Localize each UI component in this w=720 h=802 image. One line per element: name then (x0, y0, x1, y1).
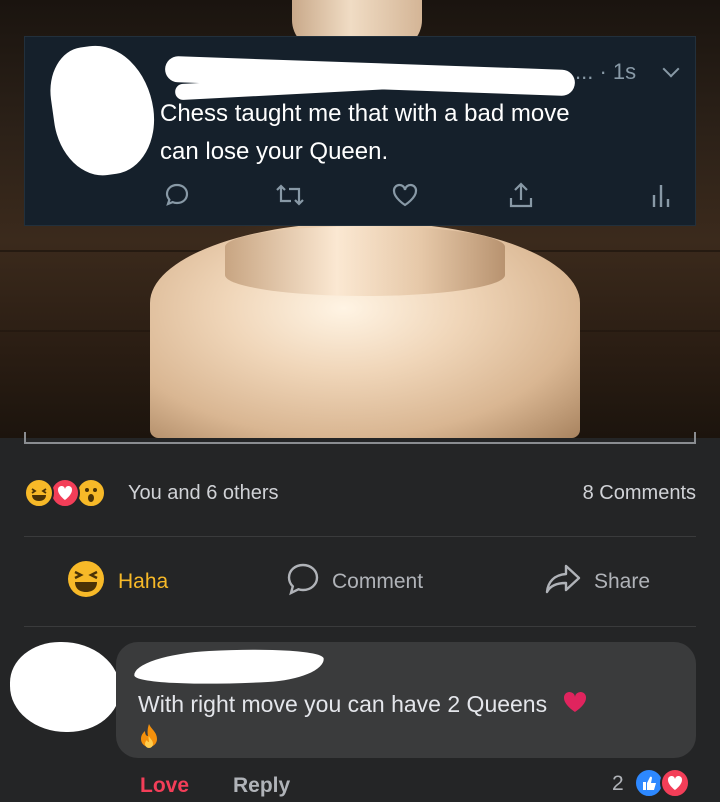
avatar-redaction (44, 38, 162, 182)
avatar[interactable] (10, 642, 120, 732)
haha-label: Haha (118, 570, 169, 593)
share-arrow-icon (544, 562, 582, 602)
post-image[interactable]: ... · 1s Chess taught me that with a bad… (0, 0, 720, 438)
comment-text: With right move you can have 2 Queens (138, 688, 678, 758)
like-heart-icon[interactable] (387, 177, 423, 213)
share-button[interactable]: Share (544, 562, 650, 602)
comment-label: Comment (332, 570, 424, 593)
commenter-name-redaction (133, 645, 325, 689)
comment-bubble[interactable]: With right move you can have 2 Queens (116, 642, 696, 758)
haha-icon (24, 478, 54, 508)
fire-emoji-icon (138, 722, 160, 758)
tweet-text: Chess taught me that with a bad move can… (160, 95, 680, 171)
wow-icon (76, 478, 106, 508)
red-heart-emoji-icon (562, 690, 588, 722)
reply-button[interactable]: Reply (233, 774, 290, 798)
tweet-card: ... · 1s Chess taught me that with a bad… (24, 36, 696, 226)
reactions-summary[interactable]: You and 6 others 8 Comments (24, 476, 696, 512)
tweet-actions (25, 177, 697, 217)
reaction-icons (24, 478, 124, 508)
chevron-down-icon[interactable] (662, 60, 680, 78)
tweet-text-line: can lose your Queen. (160, 138, 389, 165)
tweet-timestamp: ... · 1s (575, 59, 637, 84)
analytics-icon[interactable] (643, 177, 679, 213)
haha-icon (66, 559, 106, 605)
image-frame-edge (24, 432, 696, 444)
chess-piece-neck (225, 226, 505, 296)
comment-body: With right move you can have 2 Queens (138, 691, 548, 717)
share-label: Share (594, 570, 651, 593)
haha-reaction-button[interactable]: Haha (66, 559, 169, 605)
reactions-summary-text[interactable]: You and 6 others (128, 482, 279, 505)
comment-footer: Love Reply 2 (140, 768, 700, 802)
love-reaction-button[interactable]: Love (140, 774, 189, 798)
divider (24, 626, 696, 627)
comment-reaction-count[interactable]: 2 (612, 772, 624, 796)
comment-bubble-icon (286, 562, 320, 602)
love-icon (660, 768, 690, 798)
retweet-icon[interactable] (272, 177, 308, 213)
comment-button[interactable]: Comment (286, 562, 423, 602)
comments-count[interactable]: 8 Comments (583, 482, 696, 505)
share-upload-icon[interactable] (503, 177, 539, 213)
tweet-text-line: Chess taught me that with a bad move (160, 100, 570, 127)
post-actions: Haha Comment Share (24, 556, 696, 610)
divider (24, 536, 696, 537)
love-icon (50, 478, 80, 508)
reply-icon[interactable] (159, 177, 195, 213)
